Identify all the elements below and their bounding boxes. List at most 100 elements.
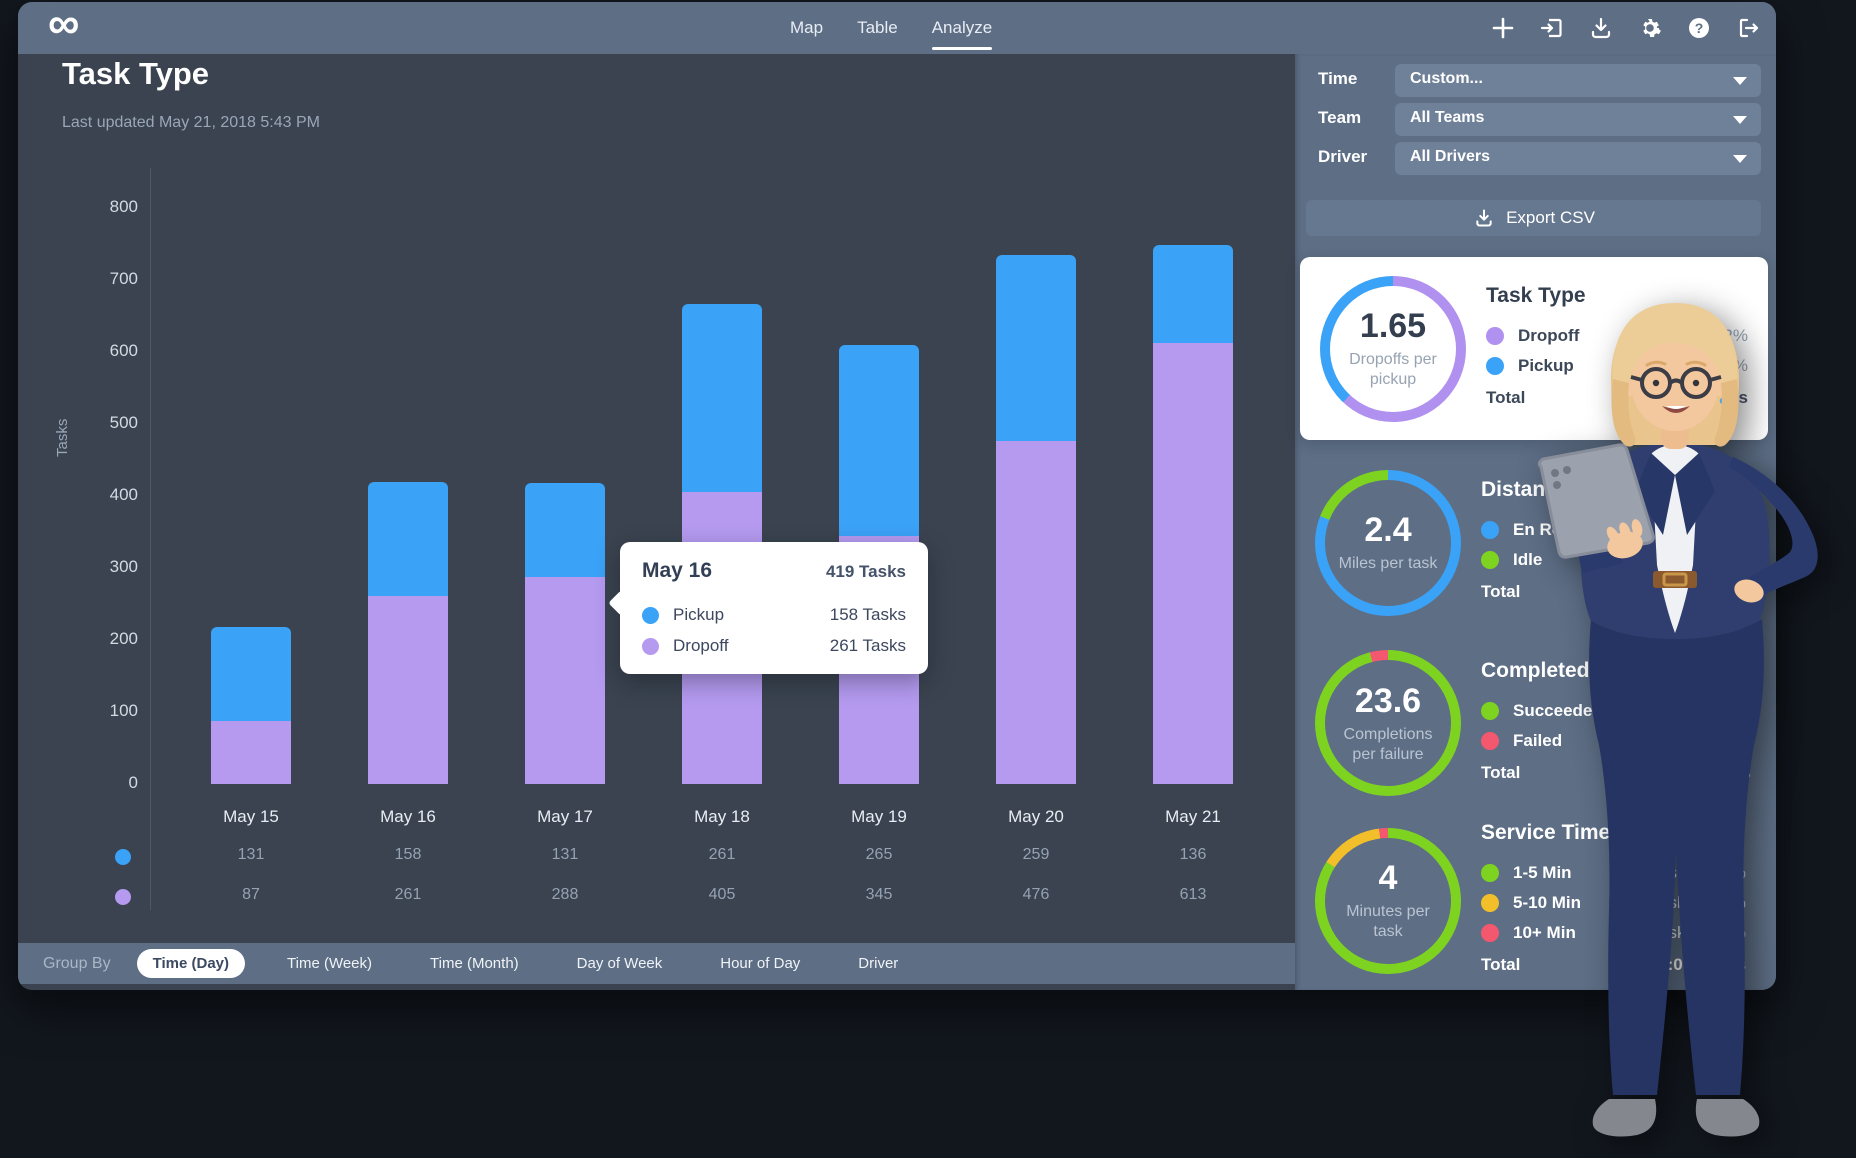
- y-tick: 800: [18, 197, 138, 217]
- app-window: ∞ MapTableAnalyze ? Task Type Last updat…: [18, 2, 1776, 990]
- tooltip-header: May 16 419 Tasks: [642, 559, 906, 583]
- group-option-time-day-[interactable]: Time (Day): [137, 949, 245, 978]
- group-option-hour-of-day[interactable]: Hour of Day: [704, 949, 816, 978]
- y-tick: 100: [18, 701, 138, 721]
- legend-dot-icon: [1481, 521, 1499, 539]
- series-count: 131: [487, 846, 643, 864]
- stat-big-label: Minutes per task: [1333, 902, 1443, 942]
- donut-column: 23.6 Completions per failure: [1295, 650, 1481, 796]
- y-tick: 200: [18, 629, 138, 649]
- dropoff-segment: [211, 721, 291, 784]
- x-tick-label: May 18: [644, 807, 800, 827]
- bar-may-15[interactable]: [211, 627, 291, 784]
- tooltip-row: Pickup 158 Tasks: [642, 605, 906, 625]
- time-dropdown[interactable]: Custom...: [1395, 64, 1761, 97]
- donut-ring: 23.6 Completions per failure: [1315, 650, 1461, 796]
- logout-icon[interactable]: [1736, 16, 1760, 40]
- pickup-segment: [211, 627, 291, 721]
- group-option-day-of-week[interactable]: Day of Week: [561, 949, 679, 978]
- y-tick: 600: [18, 341, 138, 361]
- bar-may-17[interactable]: [525, 483, 605, 784]
- group-option-driver[interactable]: Driver: [842, 949, 914, 978]
- onfleet-logo-icon: ∞: [48, 2, 79, 50]
- pickup-segment: [682, 304, 762, 492]
- filter-label: Time: [1318, 69, 1357, 89]
- donut-center: 2.4Miles per task: [1325, 480, 1451, 606]
- stat-big-label: Completions per failure: [1333, 725, 1443, 765]
- bar-may-20[interactable]: [996, 255, 1076, 784]
- team-dropdown[interactable]: All Teams: [1395, 103, 1761, 136]
- pickup-segment: [839, 345, 919, 536]
- y-tick: 0: [18, 773, 138, 793]
- series-count: 261: [644, 846, 800, 864]
- last-updated-text: Last updated May 21, 2018 5:43 PM: [62, 114, 320, 132]
- pickup-segment: [525, 483, 605, 577]
- dropoff-segment: [1153, 343, 1233, 784]
- tooltip-row-value: 158 Tasks: [830, 605, 906, 625]
- dropdown-value: Custom...: [1410, 70, 1483, 88]
- filter-row-time: Time Custom...: [1295, 64, 1776, 97]
- tab-map[interactable]: Map: [790, 2, 823, 54]
- download-icon[interactable]: [1589, 16, 1613, 40]
- donut-center: 23.6 Completions per failure: [1325, 660, 1451, 786]
- donut-center: 4Minutes per task: [1325, 838, 1451, 964]
- pickup-legend-dot-icon: [115, 849, 131, 865]
- y-tick: 700: [18, 269, 138, 289]
- legend-dot-icon: [1486, 357, 1504, 375]
- navbar-tabs: Map Table Analyze: [790, 2, 992, 54]
- series-count: 476: [958, 886, 1114, 904]
- series-count: 345: [801, 886, 957, 904]
- series-count: 87: [173, 886, 329, 904]
- chevron-down-icon: [1733, 155, 1747, 163]
- group-option-time-month-[interactable]: Time (Month): [414, 949, 535, 978]
- stat-big-label: Dropoffs per pickup: [1338, 350, 1448, 390]
- filter-label: Team: [1318, 108, 1361, 128]
- dropoff-dot-icon: [642, 638, 659, 655]
- tooltip-row: Dropoff 261 Tasks: [642, 636, 906, 656]
- export-csv-button[interactable]: Export CSV: [1306, 200, 1761, 236]
- group-by-bar: Group By Time (Day) Time (Week) Time (Mont…: [18, 943, 1295, 984]
- tab-analyze[interactable]: Analyze: [932, 2, 992, 54]
- bar-may-21[interactable]: [1153, 245, 1233, 784]
- legend-dot-icon: [1481, 894, 1499, 912]
- donut-column: 2.4Miles per task: [1295, 470, 1481, 616]
- x-tick-label: May 19: [801, 807, 957, 827]
- stat-big-value: 23.6: [1355, 682, 1421, 721]
- stat-big-value: 1.65: [1360, 307, 1426, 346]
- add-icon[interactable]: [1491, 16, 1515, 40]
- help-icon[interactable]: ?: [1687, 16, 1711, 40]
- settings-icon[interactable]: [1638, 16, 1662, 40]
- navbar-icons: ?: [1491, 2, 1760, 54]
- pickup-segment: [1153, 245, 1233, 343]
- chevron-down-icon: [1733, 77, 1747, 85]
- series-count: 613: [1115, 886, 1271, 904]
- svg-text:?: ?: [1695, 20, 1704, 36]
- donut-column: 1.65 Dropoffs per pickup: [1300, 276, 1486, 422]
- bar-may-16[interactable]: [368, 482, 448, 784]
- x-tick-label: May 17: [487, 807, 643, 827]
- group-option-time-week-[interactable]: Time (Week): [271, 949, 388, 978]
- driver-dropdown[interactable]: All Drivers: [1395, 142, 1761, 175]
- group-by-label: Group By: [43, 955, 111, 973]
- tab-table[interactable]: Table: [857, 2, 898, 54]
- tooltip-row-label: Dropoff: [673, 636, 830, 656]
- y-tick: 400: [18, 485, 138, 505]
- dropoff-segment: [368, 596, 448, 784]
- x-tick-label: May 16: [330, 807, 486, 827]
- legend-dot-icon: [1481, 732, 1499, 750]
- filter-row-driver: DriverAll Drivers: [1295, 142, 1776, 175]
- tooltip-row-label: Pickup: [673, 605, 830, 625]
- series-count: 259: [958, 846, 1114, 864]
- import-icon[interactable]: [1540, 16, 1564, 40]
- tooltip-row-value: 261 Tasks: [830, 636, 906, 656]
- pickup-segment: [996, 255, 1076, 441]
- group-by-options: Time (Day) Time (Week) Time (Month) Day of …: [137, 949, 915, 978]
- download-icon: [1472, 206, 1496, 230]
- donut-center: 1.65 Dropoffs per pickup: [1330, 286, 1456, 412]
- legend-dot-icon: [1481, 864, 1499, 882]
- chevron-down-icon: [1733, 116, 1747, 124]
- dropoff-legend-dot-icon: [115, 889, 131, 905]
- donut-ring: 2.4Miles per task: [1315, 470, 1461, 616]
- person-illustration: [1525, 295, 1845, 1155]
- x-tick-label: May 21: [1115, 807, 1271, 827]
